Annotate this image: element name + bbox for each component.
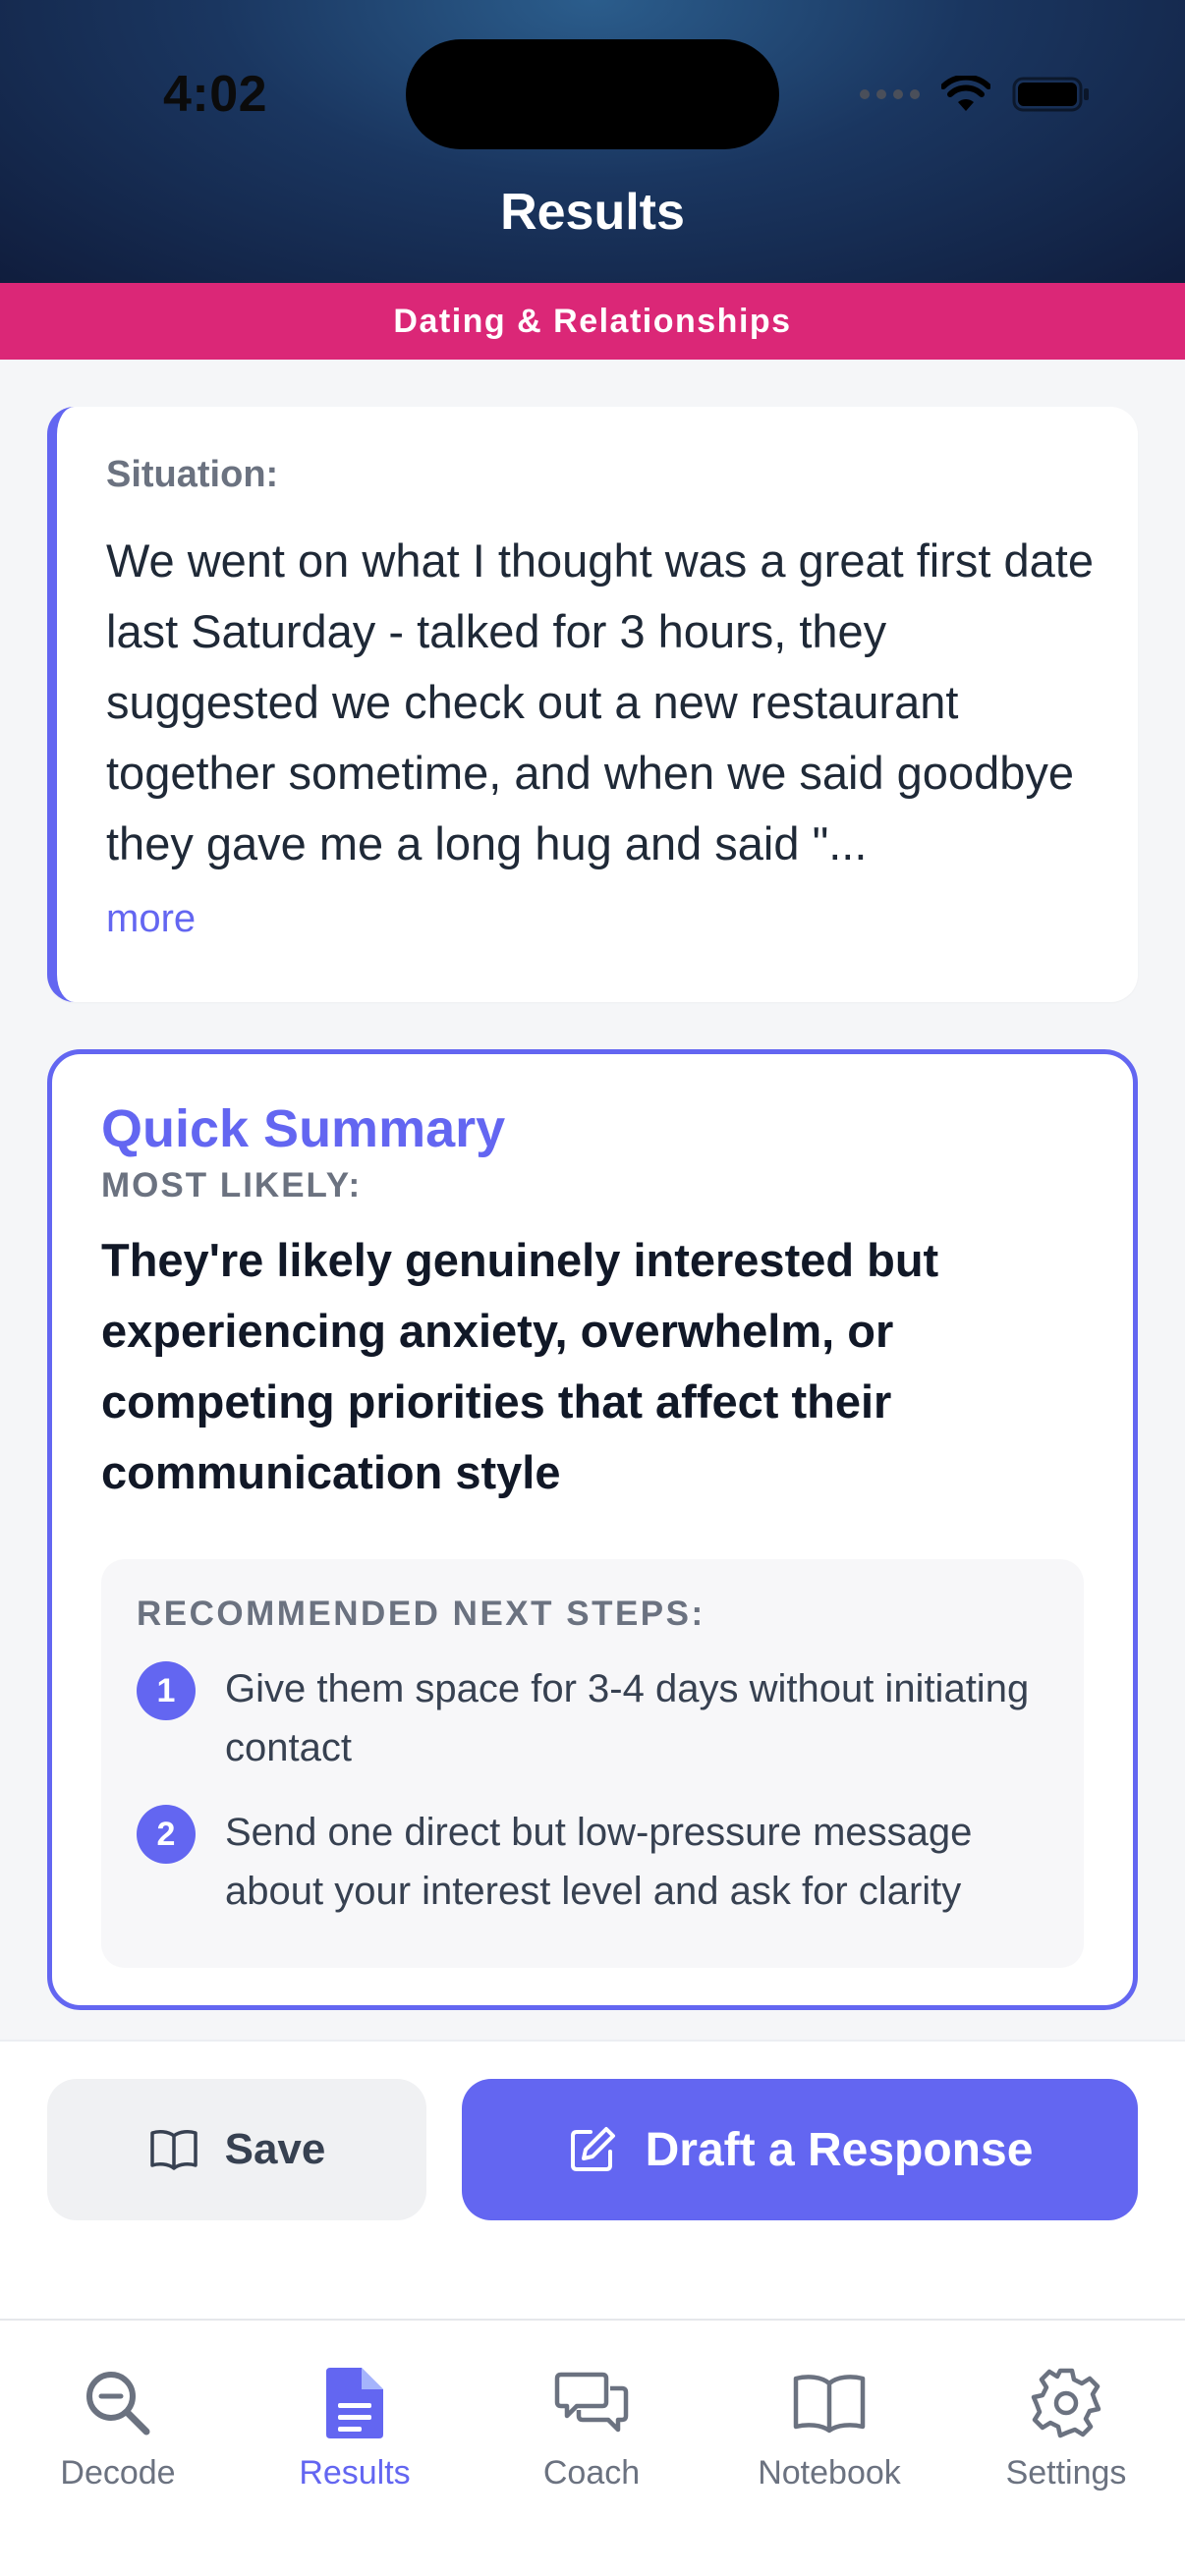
document-icon <box>326 2368 383 2438</box>
summary-text: They're likely genuinely interested but … <box>101 1234 939 1498</box>
situation-card: Situation: We went on what I thought was… <box>47 407 1138 1002</box>
save-button-label: Save <box>224 2125 326 2173</box>
tab-label: Decode <box>60 2454 176 2492</box>
step-number-badge: 2 <box>137 1805 196 1864</box>
battery-icon <box>1012 77 1089 112</box>
step-item: 1 Give them space for 3-4 days without i… <box>137 1659 1048 1777</box>
gear-icon <box>1031 2368 1101 2438</box>
step-text: Give them space for 3-4 days without ini… <box>225 1667 1030 1769</box>
step-number-badge: 1 <box>137 1661 196 1720</box>
tab-label: Results <box>299 2454 411 2492</box>
tab-results[interactable]: Results <box>256 2364 453 2511</box>
tab-label: Coach <box>542 2454 641 2492</box>
quick-summary-card: Quick Summary MOST LIKELY: They're likel… <box>47 1049 1138 2010</box>
tab-decode[interactable]: Decode <box>20 2364 216 2511</box>
more-link[interactable]: more <box>106 897 1093 941</box>
search-icon <box>86 2372 150 2436</box>
draft-response-button[interactable]: Draft a Response <box>462 2079 1138 2220</box>
step-text: Send one direct but low-pressure message… <box>225 1811 973 1913</box>
tab-bar: Decode Results Coach Notebook Settings <box>0 2319 1185 2576</box>
summary-title: Quick Summary <box>101 1099 506 1158</box>
book-icon <box>793 2375 866 2434</box>
next-steps-heading: RECOMMENDED NEXT STEPS: <box>137 1595 705 1633</box>
category-banner: Dating & Relationships <box>0 283 1185 360</box>
header: 4:02 Results <box>0 0 1185 283</box>
wifi-icon <box>941 76 990 111</box>
summary-subtitle: MOST LIKELY: <box>101 1166 363 1204</box>
cellular-signal-icon <box>860 89 920 99</box>
page-title: Results <box>500 184 685 241</box>
situation-label: Situation: <box>106 454 279 495</box>
edit-icon <box>570 2127 615 2171</box>
situation-text: We went on what I thought was a great fi… <box>106 534 1094 869</box>
action-bar: Save Draft a Response <box>0 2040 1185 2321</box>
next-steps-box: RECOMMENDED NEXT STEPS: 1 Give them spac… <box>101 1559 1084 1968</box>
tab-coach[interactable]: Coach <box>493 2364 690 2511</box>
chat-icon <box>554 2372 629 2433</box>
draft-button-label: Draft a Response <box>645 2123 1034 2176</box>
tab-label: Notebook <box>758 2454 901 2492</box>
tab-notebook[interactable]: Notebook <box>731 2364 928 2511</box>
tab-settings[interactable]: Settings <box>968 2364 1164 2511</box>
status-icons <box>860 71 1091 118</box>
tab-label: Settings <box>1005 2454 1127 2492</box>
save-button[interactable]: Save <box>47 2079 426 2220</box>
status-time: 4:02 <box>163 66 268 123</box>
dynamic-island <box>406 39 779 149</box>
book-icon <box>149 2130 198 2170</box>
step-item: 2 Send one direct but low-pressure messa… <box>137 1803 1048 1921</box>
